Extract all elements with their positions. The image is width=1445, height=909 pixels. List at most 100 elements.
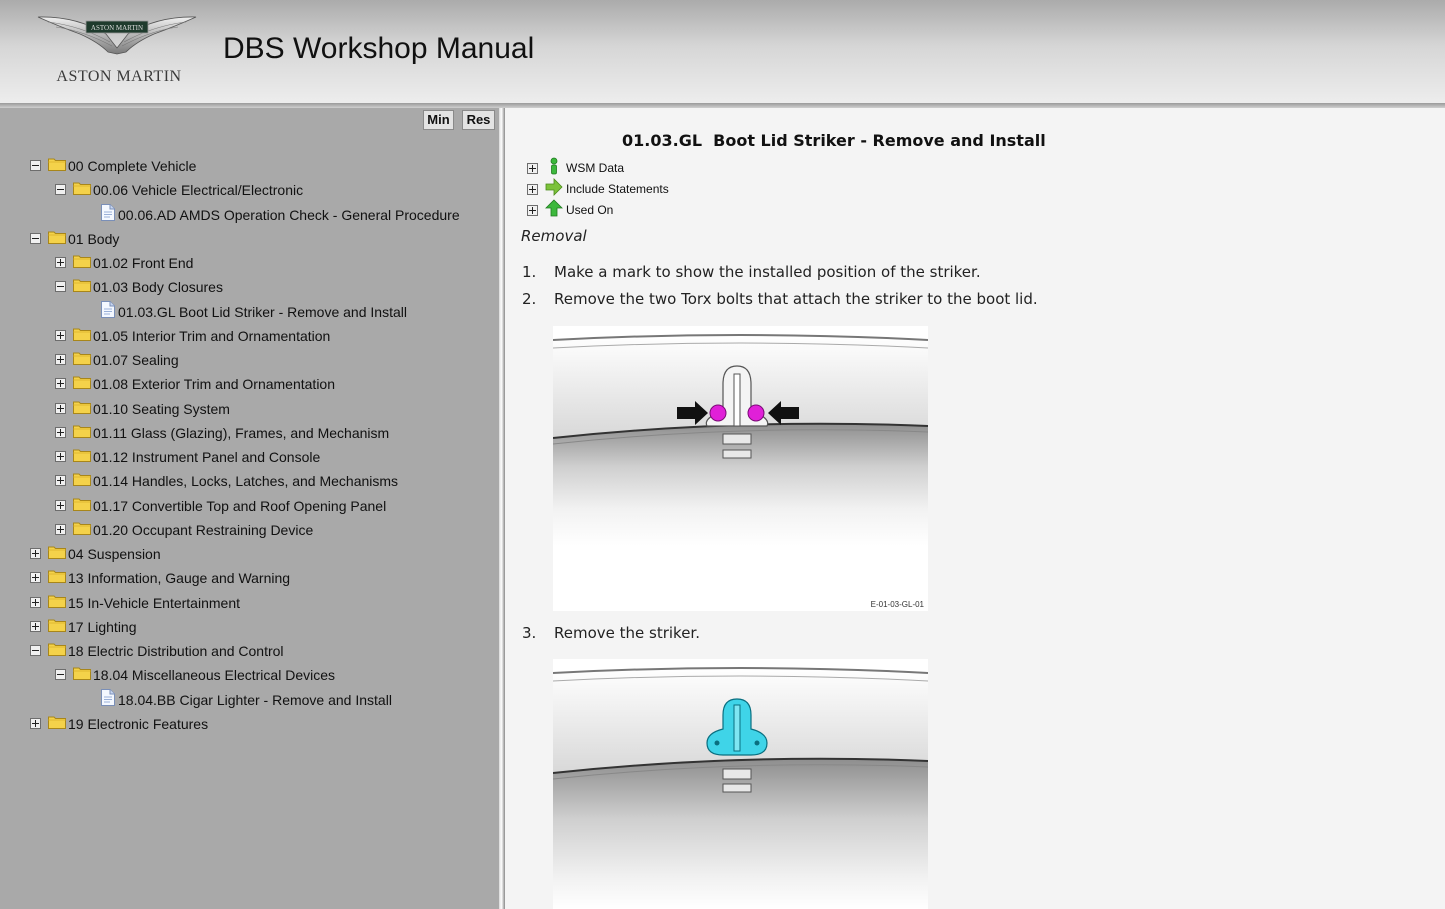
tree-label: 01.03 Body Closures (93, 279, 223, 295)
expand-icon[interactable] (55, 427, 66, 438)
tree-document[interactable]: 18.04.BB Cigar Lighter - Remove and Inst… (0, 689, 499, 713)
tree-folder[interactable]: 18 Electric Distribution and Control (0, 642, 499, 664)
figure-bolts: E-01-03-GL-01 (552, 326, 929, 611)
tree-label: 04 Suspension (68, 546, 161, 562)
tree-folder[interactable]: 13 Information, Gauge and Warning (0, 569, 499, 591)
tree-folder[interactable]: 01.14 Handles, Locks, Latches, and Mecha… (0, 472, 499, 494)
folder-icon (73, 327, 91, 341)
arrow-up-icon (545, 199, 563, 217)
expand-icon[interactable] (55, 500, 66, 511)
tree-label: 19 Electronic Features (68, 716, 209, 732)
expand-icon[interactable] (527, 163, 538, 174)
tree-folder[interactable]: 00 Complete Vehicle (0, 157, 499, 179)
document-pane: 01.03.GL Boot Lid Striker - Remove and I… (505, 108, 1445, 909)
tree-folder[interactable]: 01.03 Body Closures (0, 278, 499, 300)
folder-icon (73, 278, 91, 292)
document-title: 01.03.GL Boot Lid Striker - Remove and I… (622, 131, 1046, 150)
tree-label: 01.02 Front End (93, 255, 194, 271)
collapse-icon[interactable] (30, 645, 41, 656)
folder-icon (73, 448, 91, 462)
minimize-button[interactable]: Min (423, 110, 454, 130)
expand-icon[interactable] (55, 475, 66, 486)
expand-icon[interactable] (55, 257, 66, 268)
tree-folder[interactable]: 04 Suspension (0, 545, 499, 567)
expand-icon[interactable] (55, 354, 66, 365)
collapse-icon[interactable] (55, 669, 66, 680)
document-icon (101, 689, 115, 706)
tree-folder[interactable]: 01.08 Exterior Trim and Ornamentation (0, 375, 499, 397)
folder-icon (48, 618, 66, 632)
tree-folder[interactable]: 01.12 Instrument Panel and Console (0, 448, 499, 470)
app-header: ASTON MARTIN ASTON MARTIN DBS Workshop M… (0, 0, 1445, 103)
folder-icon (48, 642, 66, 656)
section-heading: Removal (521, 227, 587, 245)
tree-label: 01.08 Exterior Trim and Ornamentation (93, 376, 336, 392)
expand-icon[interactable] (527, 184, 538, 195)
folder-icon (73, 400, 91, 414)
tree-label: 01.07 Sealing (93, 352, 179, 368)
meta-label: Used On (566, 203, 614, 217)
tree-label: 17 Lighting (68, 619, 137, 635)
tree-folder[interactable]: 01.02 Front End (0, 254, 499, 276)
expand-icon[interactable] (55, 524, 66, 535)
tree-folder[interactable]: 01.07 Sealing (0, 351, 499, 373)
tree-folder[interactable]: 01.10 Seating System (0, 400, 499, 422)
tree-document[interactable]: 00.06.AD AMDS Operation Check - General … (0, 204, 499, 228)
expand-icon[interactable] (55, 451, 66, 462)
folder-icon (73, 424, 91, 438)
step-number: 1. (522, 263, 537, 281)
collapse-icon[interactable] (55, 281, 66, 292)
expand-icon[interactable] (30, 621, 41, 632)
striker-bolts-illustration (552, 334, 929, 546)
tree-label: 01 Body (68, 231, 120, 247)
tree-label: 01.12 Instrument Panel and Console (93, 449, 321, 465)
folder-icon (73, 472, 91, 486)
collapse-icon[interactable] (30, 233, 41, 244)
tree-label: 01.17 Convertible Top and Roof Opening P… (93, 498, 387, 514)
folder-icon (48, 715, 66, 729)
collapse-icon[interactable] (55, 184, 66, 195)
tree-folder[interactable]: 01 Body (0, 230, 499, 252)
tree-folder[interactable]: 19 Electronic Features (0, 715, 499, 737)
tree-label: 01.10 Seating System (93, 401, 230, 417)
tree-folder[interactable]: 18.04 Miscellaneous Electrical Devices (0, 666, 499, 688)
step-number: 3. (522, 624, 537, 642)
expand-icon[interactable] (55, 378, 66, 389)
folder-icon (48, 569, 66, 583)
folder-icon (73, 497, 91, 511)
tree-folder[interactable]: 15 In-Vehicle Entertainment (0, 594, 499, 616)
tree-label: 01.05 Interior Trim and Ornamentation (93, 328, 331, 344)
tree-document[interactable]: 01.03.GL Boot Lid Striker - Remove and I… (0, 301, 499, 325)
expand-icon[interactable] (527, 205, 538, 216)
tree-label: 18.04 Miscellaneous Electrical Devices (93, 667, 335, 683)
tree-label: 18 Electric Distribution and Control (68, 643, 284, 659)
tree-folder[interactable]: 01.11 Glass (Glazing), Frames, and Mecha… (0, 424, 499, 446)
figure-caption: E-01-03-GL-01 (870, 600, 924, 609)
folder-icon (73, 181, 91, 195)
expand-icon[interactable] (55, 330, 66, 341)
expand-icon[interactable] (55, 403, 66, 414)
folder-icon (73, 375, 91, 389)
tree-folder[interactable]: 01.20 Occupant Restraining Device (0, 521, 499, 543)
restore-button[interactable]: Res (462, 110, 495, 130)
figure-striker (552, 659, 929, 909)
collapse-icon[interactable] (30, 160, 41, 171)
meta-label: WSM Data (566, 161, 625, 175)
tree-folder[interactable]: 01.05 Interior Trim and Ornamentation (0, 327, 499, 349)
step-text: Remove the two Torx bolts that attach th… (554, 290, 1038, 308)
tree-folder[interactable]: 00.06 Vehicle Electrical/Electronic (0, 181, 499, 203)
folder-icon (73, 521, 91, 535)
step-text: Make a mark to show the installed positi… (554, 263, 981, 281)
folder-icon (48, 157, 66, 171)
tree-folder[interactable]: 01.17 Convertible Top and Roof Opening P… (0, 497, 499, 519)
svg-text:ASTON MARTIN: ASTON MARTIN (91, 24, 143, 32)
tree-label: 00 Complete Vehicle (68, 158, 197, 174)
tree-folder[interactable]: 17 Lighting (0, 618, 499, 640)
arrow-right-icon (545, 178, 563, 196)
folder-icon (73, 254, 91, 268)
expand-icon[interactable] (30, 597, 41, 608)
expand-icon[interactable] (30, 548, 41, 559)
tree-label: 01.14 Handles, Locks, Latches, and Mecha… (93, 473, 399, 489)
expand-icon[interactable] (30, 572, 41, 583)
expand-icon[interactable] (30, 718, 41, 729)
